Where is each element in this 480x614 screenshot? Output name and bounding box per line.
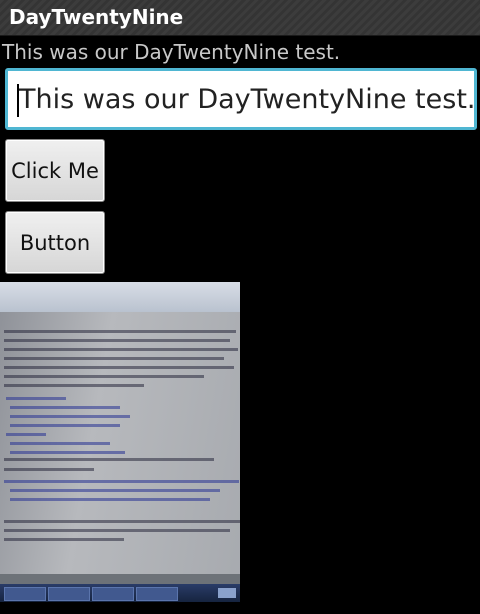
text-view: This was our DayTwentyNine test. <box>2 40 341 64</box>
button-button-label: Button <box>19 230 91 255</box>
captured-image-view <box>0 282 240 602</box>
app-title: DayTwentyNine <box>9 5 184 29</box>
photo-ribbon <box>0 282 240 312</box>
button-button[interactable]: Button <box>5 211 105 274</box>
photo-taskbar <box>0 584 240 602</box>
text-input-field[interactable]: This was our DayTwentyNine test. <box>5 68 477 130</box>
click-me-button-label: Click Me <box>11 158 99 183</box>
click-me-button[interactable]: Click Me <box>5 139 105 202</box>
text-input-value: This was our DayTwentyNine test. <box>19 84 476 115</box>
title-bar: DayTwentyNine <box>0 0 480 36</box>
